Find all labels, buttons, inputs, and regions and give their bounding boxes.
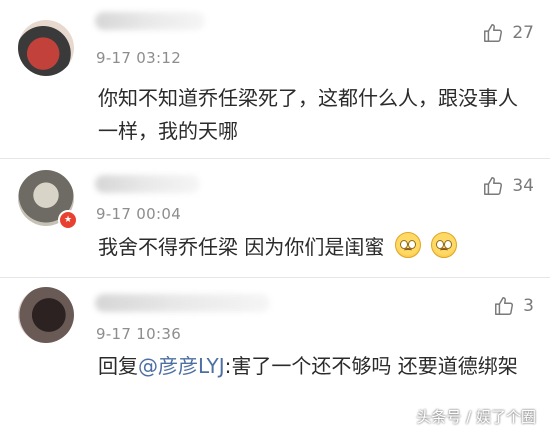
comment-item: 9-17 03:12 27 你知不知道乔任梁死了，这都什么人，跟没事人一样，我的… — [0, 0, 550, 160]
verified-badge: ★ — [58, 210, 78, 230]
avatar[interactable] — [18, 20, 74, 76]
thumbs-up-icon — [484, 177, 503, 195]
comment-text-content: :害了一个还不够吗 还要道德绑架 — [224, 354, 518, 378]
thumbs-up-icon — [484, 24, 503, 42]
username-blurred[interactable] — [95, 175, 200, 193]
like-button[interactable]: 3 — [493, 295, 534, 317]
sad-face-icon — [431, 232, 458, 258]
thumbs-up-icon — [495, 297, 514, 315]
comment-time: 9-17 10:36 — [96, 325, 182, 343]
like-count: 27 — [512, 23, 534, 43]
comment-item: ★ 9-17 00:04 34 我舍不得乔任梁 因为你们是闺蜜 — [0, 158, 550, 278]
like-button[interactable]: 34 — [482, 175, 534, 197]
reply-prefix: 回复 — [98, 354, 138, 378]
sad-face-icon — [394, 232, 421, 258]
like-button[interactable]: 27 — [482, 22, 534, 44]
comment-text-content: 我舍不得乔任梁 因为你们是闺蜜 — [98, 235, 385, 259]
like-count: 3 — [523, 296, 534, 316]
watermark: 头条号 / 娱了个圈 — [416, 408, 536, 426]
comment-text: 你知不知道乔任梁死了，这都什么人，跟没事人一样，我的天哪 — [98, 86, 518, 143]
like-count: 34 — [512, 176, 534, 196]
username-blurred[interactable] — [95, 12, 205, 30]
comment-time: 9-17 00:04 — [96, 205, 182, 223]
username-blurred[interactable] — [95, 294, 270, 312]
comment-text: 回复@彦彦LYJ:害了一个还不够吗 还要道德绑架 — [98, 350, 518, 383]
avatar[interactable] — [18, 287, 74, 343]
comment-text: 我舍不得乔任梁 因为你们是闺蜜 — [98, 231, 518, 264]
comment-time: 9-17 03:12 — [96, 49, 182, 67]
mention-link[interactable]: @彦彦LYJ — [138, 354, 225, 378]
